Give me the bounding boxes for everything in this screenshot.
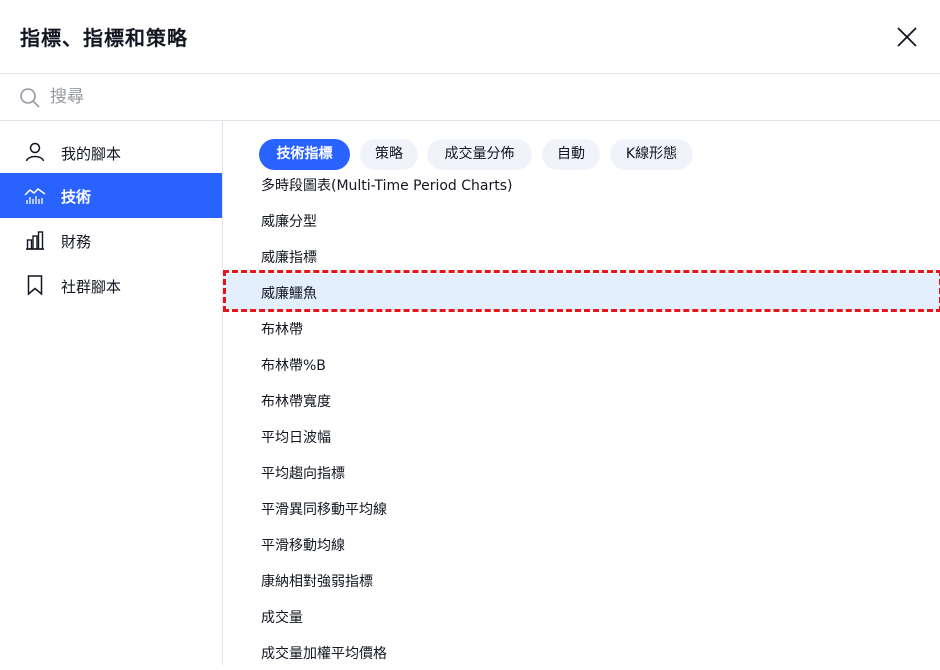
list-item-label: 威廉指標 [261, 250, 317, 266]
sidebar-item-community-scripts[interactable]: 社群腳本 [0, 263, 222, 308]
close-icon [897, 27, 917, 47]
list-item-label: 成交量 [261, 610, 303, 626]
search-input[interactable] [50, 83, 910, 111]
sidebar-item-label: 技術 [61, 188, 92, 206]
bar-chart-icon [26, 231, 44, 250]
list-item-highlighted[interactable]: 威廉鱷魚 [223, 274, 940, 310]
sidebar: 我的腳本 技術 財務 社群腳本 [0, 121, 223, 665]
list-item[interactable]: 威廉分型 [223, 202, 940, 238]
list-item-label: 多時段圖表(Multi-Time Period Charts) [261, 178, 513, 194]
list-item[interactable]: 布林帶寬度 [223, 382, 940, 418]
sidebar-item-technicals[interactable]: 技術 [0, 173, 222, 218]
list-item-label: 平滑移動均線 [261, 538, 345, 554]
list-item-label: 布林帶 [261, 322, 303, 338]
list-item-label: 布林帶寬度 [261, 394, 331, 410]
list-item-label: 威廉鱷魚 [261, 286, 317, 302]
user-icon [25, 142, 45, 162]
search-bar [0, 74, 940, 121]
dialog-title: 指標、指標和策略 [20, 26, 188, 50]
bookmark-icon [27, 275, 43, 296]
list-item[interactable]: 威廉指標 [223, 238, 940, 274]
sidebar-item-label: 我的腳本 [61, 145, 122, 163]
list-item[interactable]: 布林帶%B [223, 346, 940, 382]
list-item[interactable]: 布林帶 [223, 310, 940, 346]
list-item-label: 康納相對強弱指標 [261, 574, 373, 590]
list-item-label: 成交量加權平均價格 [261, 646, 387, 662]
list-item[interactable]: 平均日波幅 [223, 418, 940, 454]
list-item-label: 布林帶%B [261, 358, 326, 374]
chart-icon [24, 188, 46, 204]
list-item[interactable]: 平滑移動均線 [223, 526, 940, 562]
list-item[interactable]: 平均趨向指標 [223, 454, 940, 490]
list-item[interactable]: 平滑異同移動平均線 [223, 490, 940, 526]
sidebar-item-my-scripts[interactable]: 我的腳本 [0, 130, 222, 175]
sidebar-item-financials[interactable]: 財務 [0, 218, 222, 263]
list-item-label: 平均日波幅 [261, 430, 331, 446]
list-item[interactable]: 康納相對強弱指標 [223, 562, 940, 598]
list-item-label: 平均趨向指標 [261, 466, 345, 482]
search-icon [20, 88, 40, 108]
sidebar-item-label: 社群腳本 [61, 278, 122, 296]
list-item-label: 威廉分型 [261, 214, 317, 230]
list-item[interactable]: 多時段圖表(Multi-Time Period Charts) [223, 166, 940, 202]
dialog-header: 指標、指標和策略 [0, 0, 940, 74]
list-item-label: 平滑異同移動平均線 [261, 502, 387, 518]
sidebar-item-label: 財務 [61, 233, 92, 251]
close-button[interactable] [894, 24, 920, 50]
list-item[interactable]: 成交量 [223, 598, 940, 634]
